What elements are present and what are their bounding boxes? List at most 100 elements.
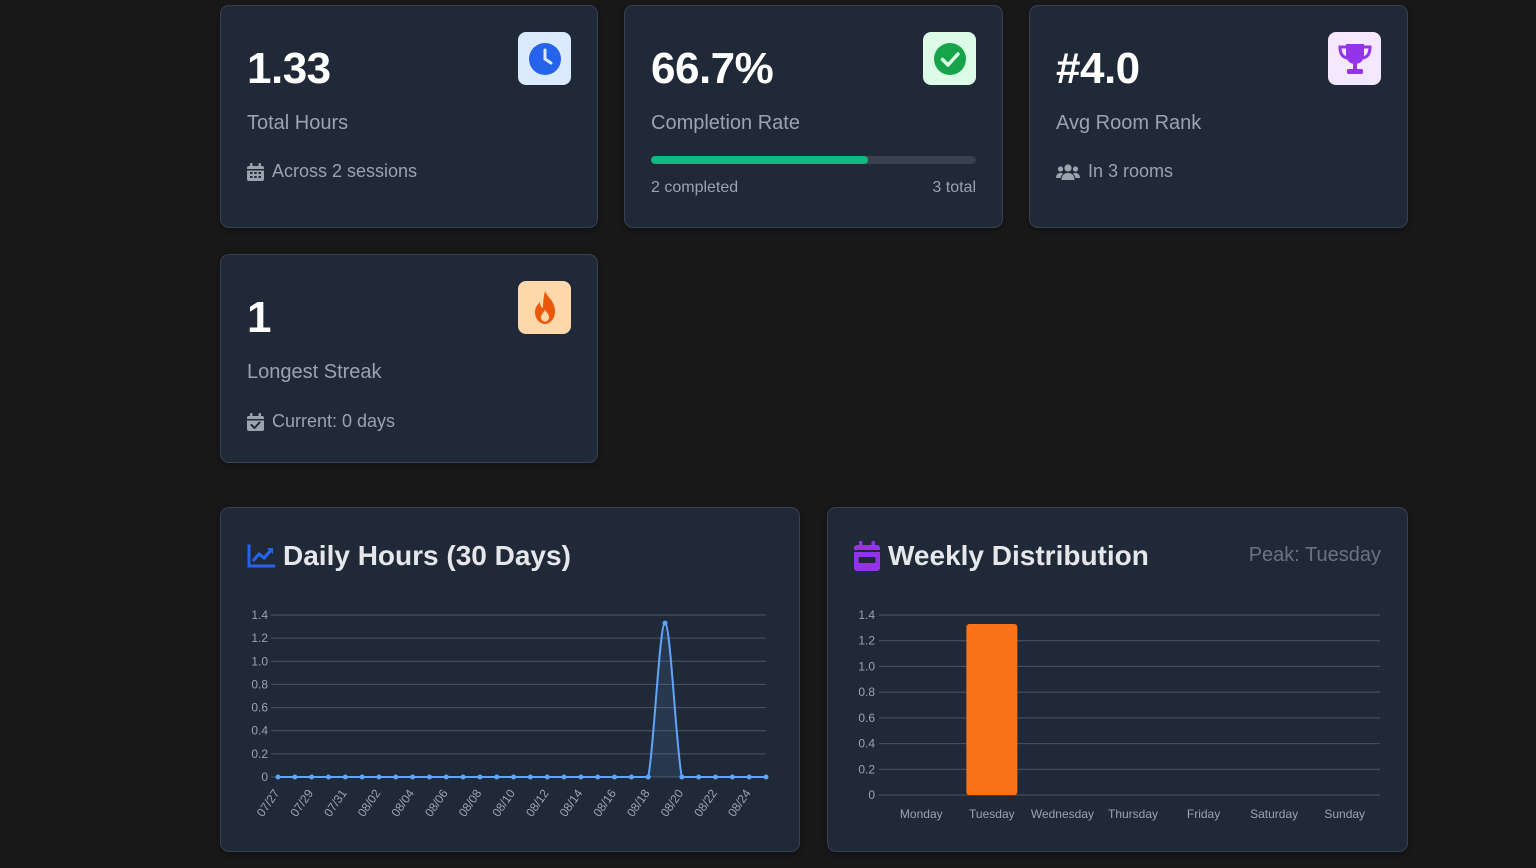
- x-tick-label: 08/16: [590, 786, 619, 819]
- streak-label: Longest Streak: [247, 361, 382, 383]
- data-point[interactable]: [527, 774, 533, 780]
- x-tick-label: Sunday: [1324, 807, 1365, 821]
- total-hours-label: Total Hours: [247, 112, 349, 134]
- completion-progress-fill: [651, 156, 868, 164]
- data-point[interactable]: [561, 774, 567, 780]
- x-tick-label: 08/18: [624, 786, 653, 819]
- y-tick-label: 0.2: [251, 747, 268, 761]
- x-tick-label: 08/22: [691, 786, 720, 819]
- y-tick-label: 0.8: [251, 677, 268, 691]
- x-tick-label: 08/04: [388, 786, 417, 819]
- calendar-grid-icon: [247, 162, 264, 181]
- data-point[interactable]: [275, 774, 281, 780]
- x-tick-label: Saturday: [1250, 807, 1298, 821]
- clock-icon-badge: [518, 32, 571, 85]
- x-tick-label: Wednesday: [1031, 807, 1094, 821]
- check-icon-badge: [923, 32, 976, 85]
- x-tick-label: 07/29: [287, 786, 316, 819]
- y-tick-label: 1.4: [858, 608, 875, 622]
- data-point[interactable]: [376, 774, 382, 780]
- completion-rate-value: 66.7%: [651, 44, 774, 93]
- y-tick-label: 0.8: [858, 685, 875, 699]
- x-tick-label: 08/10: [489, 786, 518, 819]
- data-point[interactable]: [729, 774, 735, 780]
- y-tick-label: 1.0: [251, 654, 268, 668]
- y-tick-label: 1.0: [858, 659, 875, 673]
- total-hours-value: 1.33: [247, 44, 331, 93]
- data-point[interactable]: [342, 774, 348, 780]
- check-circle-icon: [933, 42, 966, 75]
- x-tick-label: 08/08: [456, 786, 485, 819]
- data-point[interactable]: [696, 774, 702, 780]
- x-tick-label: 07/31: [321, 786, 350, 819]
- data-point[interactable]: [612, 774, 618, 780]
- fire-icon-badge: [518, 281, 571, 334]
- y-tick-label: 1.2: [858, 634, 875, 648]
- room-rank-value: #4.0: [1056, 44, 1140, 93]
- room-rank-sub-text: In 3 rooms: [1088, 161, 1174, 181]
- room-rank-sub: In 3 rooms: [1056, 161, 1173, 182]
- data-point[interactable]: [544, 774, 550, 780]
- data-point[interactable]: [325, 774, 331, 780]
- streak-sub: Current: 0 days: [247, 411, 395, 432]
- data-point[interactable]: [460, 774, 466, 780]
- data-point[interactable]: [628, 774, 634, 780]
- data-point[interactable]: [426, 774, 432, 780]
- y-tick-label: 0.2: [858, 762, 875, 776]
- daily-hours-chart: 00.20.40.60.81.01.21.407/27 07/29 07/31 08/…: [251, 608, 769, 819]
- total-hours-sub-text: Across 2 sessions: [272, 161, 418, 181]
- clock-icon: [528, 42, 561, 75]
- y-tick-label: 0.6: [251, 701, 268, 715]
- completion-progress-bar: [651, 156, 976, 164]
- x-tick-label: Friday: [1187, 807, 1220, 821]
- data-point[interactable]: [359, 774, 365, 780]
- room-rank-card: #4.0 Avg Room Rank In 3 rooms: [1029, 5, 1408, 228]
- data-point[interactable]: [511, 774, 517, 780]
- y-tick-label: 1.2: [251, 631, 268, 645]
- weekly-distribution-chart: 0 0.2 0.4 0.6 0.8 1.0 1.2 1.4 Monday Tuesday Wedne…: [858, 608, 1380, 821]
- x-tick-label: Monday: [900, 807, 943, 821]
- data-point[interactable]: [595, 774, 601, 780]
- data-point[interactable]: [662, 620, 668, 626]
- data-point[interactable]: [746, 774, 752, 780]
- data-point[interactable]: [494, 774, 500, 780]
- x-tick-label: 07/27: [254, 786, 283, 819]
- data-point[interactable]: [443, 774, 449, 780]
- bar-tuesday[interactable]: [966, 624, 1018, 795]
- y-tick-label: 0.4: [858, 737, 875, 751]
- completed-count: 2 completed: [651, 179, 739, 196]
- daily-hours-card: Daily Hours (30 Days) 0 0.2 0.4 0.6 0.8 1.0 1.…: [220, 507, 800, 852]
- data-point[interactable]: [477, 774, 483, 780]
- data-point[interactable]: [578, 774, 584, 780]
- y-tick-label: 0: [261, 770, 268, 784]
- x-tick-label: Thursday: [1108, 807, 1158, 821]
- y-tick-label: 0.4: [251, 724, 268, 738]
- data-point[interactable]: [292, 774, 298, 780]
- x-tick-label: 08/24: [725, 786, 754, 819]
- x-tick-label: 08/02: [355, 786, 384, 819]
- completion-rate-label: Completion Rate: [651, 112, 800, 134]
- users-icon: [1056, 163, 1080, 180]
- data-point[interactable]: [713, 774, 719, 780]
- trophy-icon-badge: [1328, 32, 1381, 85]
- x-tick-label: 08/12: [523, 786, 552, 819]
- data-point[interactable]: [393, 774, 399, 780]
- data-point[interactable]: [763, 774, 769, 780]
- data-point[interactable]: [309, 774, 315, 780]
- total-count: 3 total: [932, 179, 976, 196]
- streak-value: 1: [247, 293, 271, 342]
- streak-sub-text: Current: 0 days: [272, 411, 396, 431]
- weekly-distribution-card: Weekly Distribution Peak: Tuesday 0 0.2 0.…: [827, 507, 1408, 852]
- x-tick-label: 08/06: [422, 786, 451, 819]
- y-tick-label: 0.6: [858, 711, 875, 725]
- data-point[interactable]: [410, 774, 416, 780]
- y-tick-label: 1.4: [251, 608, 268, 622]
- data-point[interactable]: [645, 774, 651, 780]
- y-tick-label: 0: [868, 788, 875, 802]
- x-tick-label: 08/20: [658, 786, 687, 819]
- streak-card: 1 Longest Streak Current: 0 days: [220, 254, 598, 463]
- x-tick-label: 08/14: [557, 786, 586, 819]
- fire-icon: [534, 290, 555, 324]
- total-hours-card: 1.33 Total Hours Across 2 sessions: [220, 5, 598, 228]
- data-point[interactable]: [679, 774, 685, 780]
